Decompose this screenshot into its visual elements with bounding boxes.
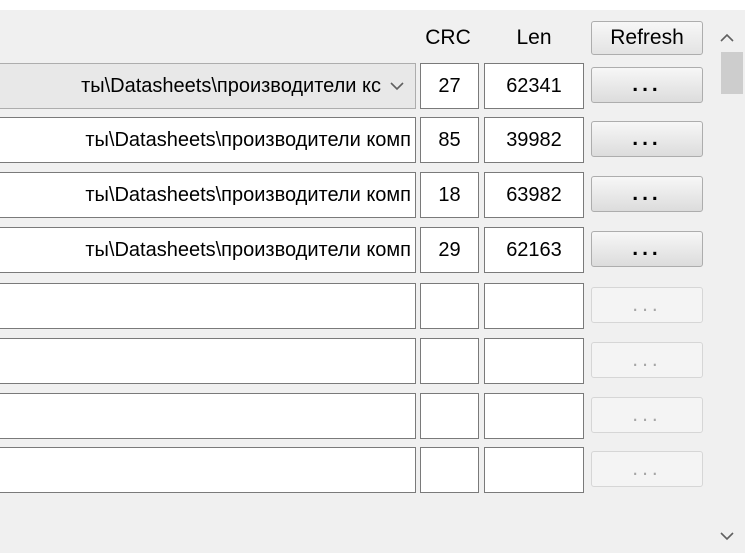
- len-field[interactable]: 62163: [484, 227, 584, 273]
- file-row: ...: [0, 283, 710, 329]
- scroll-down-arrow-icon[interactable]: [717, 528, 737, 544]
- file-path-field[interactable]: [0, 338, 416, 384]
- file-row: ты\Datasheets\производители комп 85 3998…: [0, 117, 710, 163]
- crc-field[interactable]: [420, 283, 479, 329]
- crc-field[interactable]: [420, 393, 479, 439]
- file-row: ты\Datasheets\производители комп 29 6216…: [0, 227, 710, 273]
- len-field[interactable]: [484, 447, 584, 493]
- crc-field[interactable]: 85: [420, 117, 479, 163]
- file-path-field[interactable]: [0, 393, 416, 439]
- len-field[interactable]: 62341: [484, 63, 584, 109]
- browse-button[interactable]: ...: [591, 342, 703, 378]
- crc-field[interactable]: 29: [420, 227, 479, 273]
- file-path-field[interactable]: [0, 283, 416, 329]
- browse-button[interactable]: ...: [591, 287, 703, 323]
- file-path-field[interactable]: ты\Datasheets\производители комп: [0, 172, 416, 218]
- file-row: ты\Datasheets\производители комп 18 6398…: [0, 172, 710, 218]
- crc-field[interactable]: [420, 338, 479, 384]
- scroll-up-arrow-icon[interactable]: [717, 30, 737, 46]
- len-column-header: Len: [516, 26, 552, 49]
- file-path-text: ты\Datasheets\производители комп: [85, 239, 411, 261]
- browse-button[interactable]: ...: [591, 121, 703, 157]
- file-path-field[interactable]: ты\Datasheets\производители комп: [0, 117, 416, 163]
- browse-button[interactable]: ...: [591, 451, 703, 487]
- file-path-text: ты\Datasheets\производители кс: [81, 75, 381, 97]
- len-field[interactable]: [484, 393, 584, 439]
- browse-button[interactable]: ...: [591, 176, 703, 212]
- refresh-button[interactable]: Refresh: [591, 21, 703, 55]
- file-row: ...: [0, 393, 710, 439]
- file-row: ...: [0, 447, 710, 493]
- len-field[interactable]: [484, 338, 584, 384]
- file-row: ...: [0, 338, 710, 384]
- len-field[interactable]: 63982: [484, 172, 584, 218]
- top-edge: [0, 0, 745, 10]
- scrollbar-thumb[interactable]: [721, 52, 743, 94]
- len-field[interactable]: [484, 283, 584, 329]
- file-path-text: ты\Datasheets\производители комп: [85, 184, 411, 206]
- browse-button[interactable]: ...: [591, 231, 703, 267]
- file-row: ты\Datasheets\производители кс 27 62341 …: [0, 63, 710, 109]
- crc-column-header: CRC: [425, 26, 471, 49]
- browse-button[interactable]: ...: [591, 67, 703, 103]
- file-path-combobox[interactable]: ты\Datasheets\производители кс: [0, 63, 416, 109]
- crc-field[interactable]: [420, 447, 479, 493]
- file-path-text: ты\Datasheets\производители комп: [85, 129, 411, 151]
- crc-field[interactable]: 27: [420, 63, 479, 109]
- file-path-field[interactable]: ты\Datasheets\производители комп: [0, 227, 416, 273]
- crc-field[interactable]: 18: [420, 172, 479, 218]
- chevron-down-icon[interactable]: [387, 64, 407, 108]
- len-field[interactable]: 39982: [484, 117, 584, 163]
- vertical-scrollbar[interactable]: [710, 16, 745, 553]
- file-path-field[interactable]: [0, 447, 416, 493]
- browse-button[interactable]: ...: [591, 397, 703, 433]
